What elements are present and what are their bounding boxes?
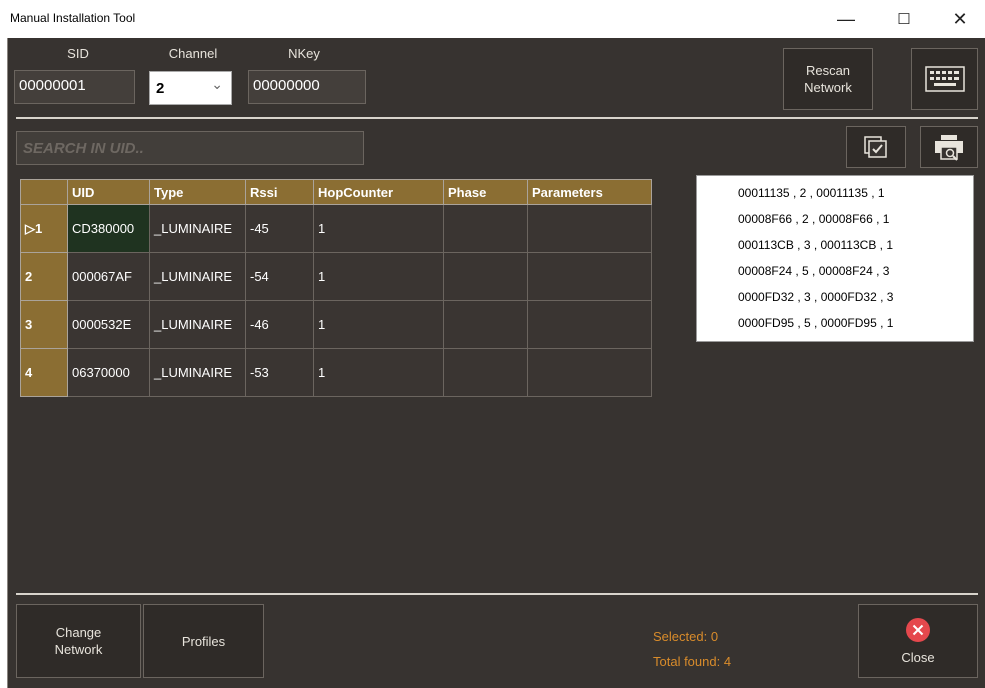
rssi-cell[interactable]: -53: [245, 348, 314, 397]
select-all-button[interactable]: [846, 126, 906, 168]
close-label: Close: [901, 649, 935, 665]
type-cell[interactable]: _LUMINAIRE: [149, 252, 246, 301]
parameters-cell[interactable]: [527, 300, 652, 349]
column-header-parameters[interactable]: Parameters: [527, 179, 652, 205]
close-window-button[interactable]: ✕: [940, 4, 980, 34]
column-header-hopcounter[interactable]: HopCounter: [313, 179, 444, 205]
footer-separator: [16, 593, 978, 595]
column-header-uid[interactable]: UID: [67, 179, 150, 205]
uid-list-popup: 00011135 , 2 , 00011135 , 1 00008F66 , 2…: [696, 175, 974, 342]
channel-value: 2: [156, 80, 165, 97]
chevron-down-icon: ⌄: [211, 76, 223, 92]
header-separator: [16, 117, 978, 119]
list-item[interactable]: 00008F24 , 5 , 00008F24 , 3: [697, 258, 973, 284]
phase-cell[interactable]: [443, 252, 528, 301]
phase-cell[interactable]: [443, 300, 528, 349]
parameters-cell[interactable]: [527, 204, 652, 253]
total-found-count: Total found: 4: [653, 654, 732, 669]
parameters-cell[interactable]: [527, 348, 652, 397]
nkey-label: NKey: [288, 46, 320, 61]
app-panel: SID 00000001 Channel 2 ⌄ NKey 00000000 R…: [7, 38, 985, 688]
uid-cell[interactable]: 0000532E: [67, 300, 150, 349]
uid-cell[interactable]: 000067AF: [67, 252, 150, 301]
channel-select[interactable]: 2 ⌄: [149, 71, 232, 105]
change-network-label: Change Network: [54, 625, 103, 657]
table-row[interactable]: 4 06370000 _LUMINAIRE -53 1: [20, 348, 652, 397]
table-row[interactable]: ▷1 CD380000 _LUMINAIRE -45 1: [20, 204, 652, 253]
column-header-phase[interactable]: Phase: [443, 179, 528, 205]
column-header-corner: [20, 179, 68, 205]
uid-cell[interactable]: CD380000: [67, 204, 150, 253]
hop-cell[interactable]: 1: [313, 204, 444, 253]
nkey-field[interactable]: 00000000: [248, 70, 366, 104]
column-header-type[interactable]: Type: [149, 179, 246, 205]
change-network-button[interactable]: Change Network: [16, 604, 141, 678]
close-icon: [906, 617, 930, 642]
hop-cell[interactable]: 1: [313, 348, 444, 397]
rssi-cell[interactable]: -46: [245, 300, 314, 349]
list-item[interactable]: 000113CB , 3 , 000113CB , 1: [697, 232, 973, 258]
parameters-cell[interactable]: [527, 252, 652, 301]
row-header[interactable]: 2: [20, 252, 68, 301]
phase-cell[interactable]: [443, 348, 528, 397]
rssi-cell[interactable]: -45: [245, 204, 314, 253]
print-preview-button[interactable]: [920, 126, 978, 168]
profiles-button[interactable]: Profiles: [143, 604, 264, 678]
maximize-button[interactable]: ☐: [884, 4, 924, 34]
sid-label: SID: [67, 46, 89, 61]
list-item[interactable]: 0000FD95 , 5 , 0000FD95 , 1: [697, 310, 973, 336]
row-header[interactable]: 4: [20, 348, 68, 397]
table-row[interactable]: 2 000067AF _LUMINAIRE -54 1: [20, 252, 652, 301]
row-header[interactable]: ▷1: [20, 204, 68, 253]
close-button[interactable]: Close: [858, 604, 978, 678]
type-cell[interactable]: _LUMINAIRE: [149, 348, 246, 397]
rescan-network-button[interactable]: Rescan Network: [783, 48, 873, 110]
hop-cell[interactable]: 1: [313, 252, 444, 301]
list-item[interactable]: 00011135 , 2 , 00011135 , 1: [697, 180, 973, 206]
type-cell[interactable]: _LUMINAIRE: [149, 204, 246, 253]
channel-label: Channel: [168, 46, 218, 61]
selected-count: Selected: 0: [653, 629, 719, 644]
profiles-label: Profiles: [181, 633, 226, 649]
uid-table: UID Type Rssi HopCounter Phase Parameter…: [20, 179, 652, 397]
uid-cell[interactable]: 06370000: [67, 348, 150, 397]
keyboard-button[interactable]: [911, 48, 978, 110]
print-search-icon: [935, 135, 963, 161]
rssi-cell[interactable]: -54: [245, 252, 314, 301]
table-header-row: UID Type Rssi HopCounter Phase Parameter…: [20, 179, 652, 205]
phase-cell[interactable]: [443, 204, 528, 253]
table-row[interactable]: 3 0000532E _LUMINAIRE -46 1: [20, 300, 652, 349]
row-header[interactable]: 3: [20, 300, 68, 349]
minimize-button[interactable]: —: [826, 4, 866, 34]
list-item[interactable]: 0000FD32 , 3 , 0000FD32 , 3: [697, 284, 973, 310]
list-item[interactable]: 00008F66 , 2 , 00008F66 , 1: [697, 206, 973, 232]
hop-cell[interactable]: 1: [313, 300, 444, 349]
checkbox-stack-icon: [864, 136, 887, 158]
search-input[interactable]: SEARCH IN UID..: [16, 131, 364, 165]
sid-field[interactable]: 00000001: [14, 70, 135, 104]
title-bar: Manual Installation Tool — ☐ ✕: [0, 0, 985, 38]
type-cell[interactable]: _LUMINAIRE: [149, 300, 246, 349]
rescan-network-label: Rescan Network: [804, 63, 852, 95]
column-header-rssi[interactable]: Rssi: [245, 179, 314, 205]
keyboard-icon: [924, 66, 965, 92]
window-title: Manual Installation Tool: [10, 11, 136, 25]
